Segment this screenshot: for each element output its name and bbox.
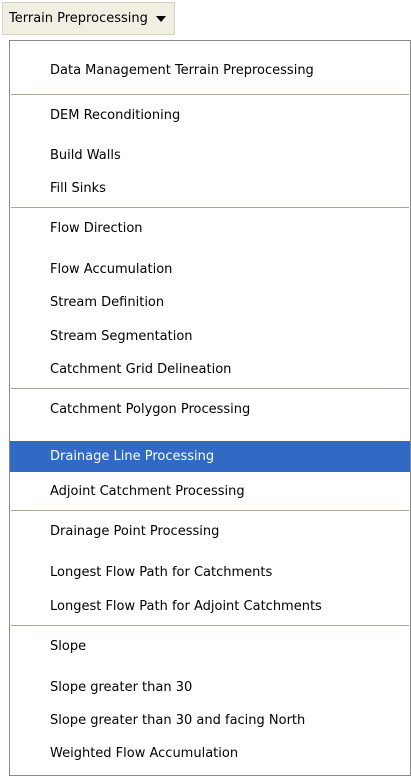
- menu-item-flow-accumulation[interactable]: Flow Accumulation: [10, 254, 410, 285]
- menu-item-flow-direction[interactable]: Flow Direction: [10, 213, 410, 244]
- menu-item-fill-sinks[interactable]: Fill Sinks: [10, 173, 410, 204]
- menu-item-build-walls[interactable]: Build Walls: [10, 140, 410, 171]
- menu-item-adjoint-catchment-processing[interactable]: Adjoint Catchment Processing: [10, 476, 410, 507]
- triangle-down-icon: [155, 15, 166, 22]
- menu-item-stream-definition[interactable]: Stream Definition: [10, 287, 410, 318]
- terrain-preprocessing-menu-button[interactable]: Terrain Preprocessing: [2, 2, 175, 35]
- menu-item-slope[interactable]: Slope: [10, 631, 410, 662]
- menu-item-slope-greater-than-30-facing-north[interactable]: Slope greater than 30 and facing North: [10, 705, 410, 736]
- menu-item-drainage-point-processing[interactable]: Drainage Point Processing: [10, 516, 410, 547]
- menu-separator: [11, 207, 409, 208]
- menu-item-data-management-terrain-preprocessing[interactable]: Data Management Terrain Preprocessing: [10, 55, 410, 86]
- menubar: Terrain Preprocessing: [0, 0, 411, 40]
- menu-item-weighted-flow-accumulation[interactable]: Weighted Flow Accumulation: [10, 738, 410, 769]
- menu-item-slope-greater-than-30[interactable]: Slope greater than 30: [10, 672, 410, 703]
- menu-item-longest-flow-path-catchments[interactable]: Longest Flow Path for Catchments: [10, 557, 410, 588]
- menu-separator: [11, 625, 409, 626]
- menu-item-stream-segmentation[interactable]: Stream Segmentation: [10, 321, 410, 352]
- menu-separator: [11, 388, 409, 389]
- menu-item-catchment-polygon-processing[interactable]: Catchment Polygon Processing: [10, 394, 410, 425]
- menu-title: Terrain Preprocessing: [9, 11, 148, 26]
- dropdown-menu: Data Management Terrain Preprocessing DE…: [9, 40, 411, 776]
- menu-item-longest-flow-path-adjoint-catchments[interactable]: Longest Flow Path for Adjoint Catchments: [10, 591, 410, 622]
- menu-separator: [11, 510, 409, 511]
- menu-separator: [11, 94, 409, 95]
- menu-item-catchment-grid-delineation[interactable]: Catchment Grid Delineation: [10, 354, 410, 385]
- menu-item-dem-reconditioning[interactable]: DEM Reconditioning: [10, 100, 410, 131]
- menu-item-drainage-line-processing[interactable]: Drainage Line Processing: [10, 441, 410, 472]
